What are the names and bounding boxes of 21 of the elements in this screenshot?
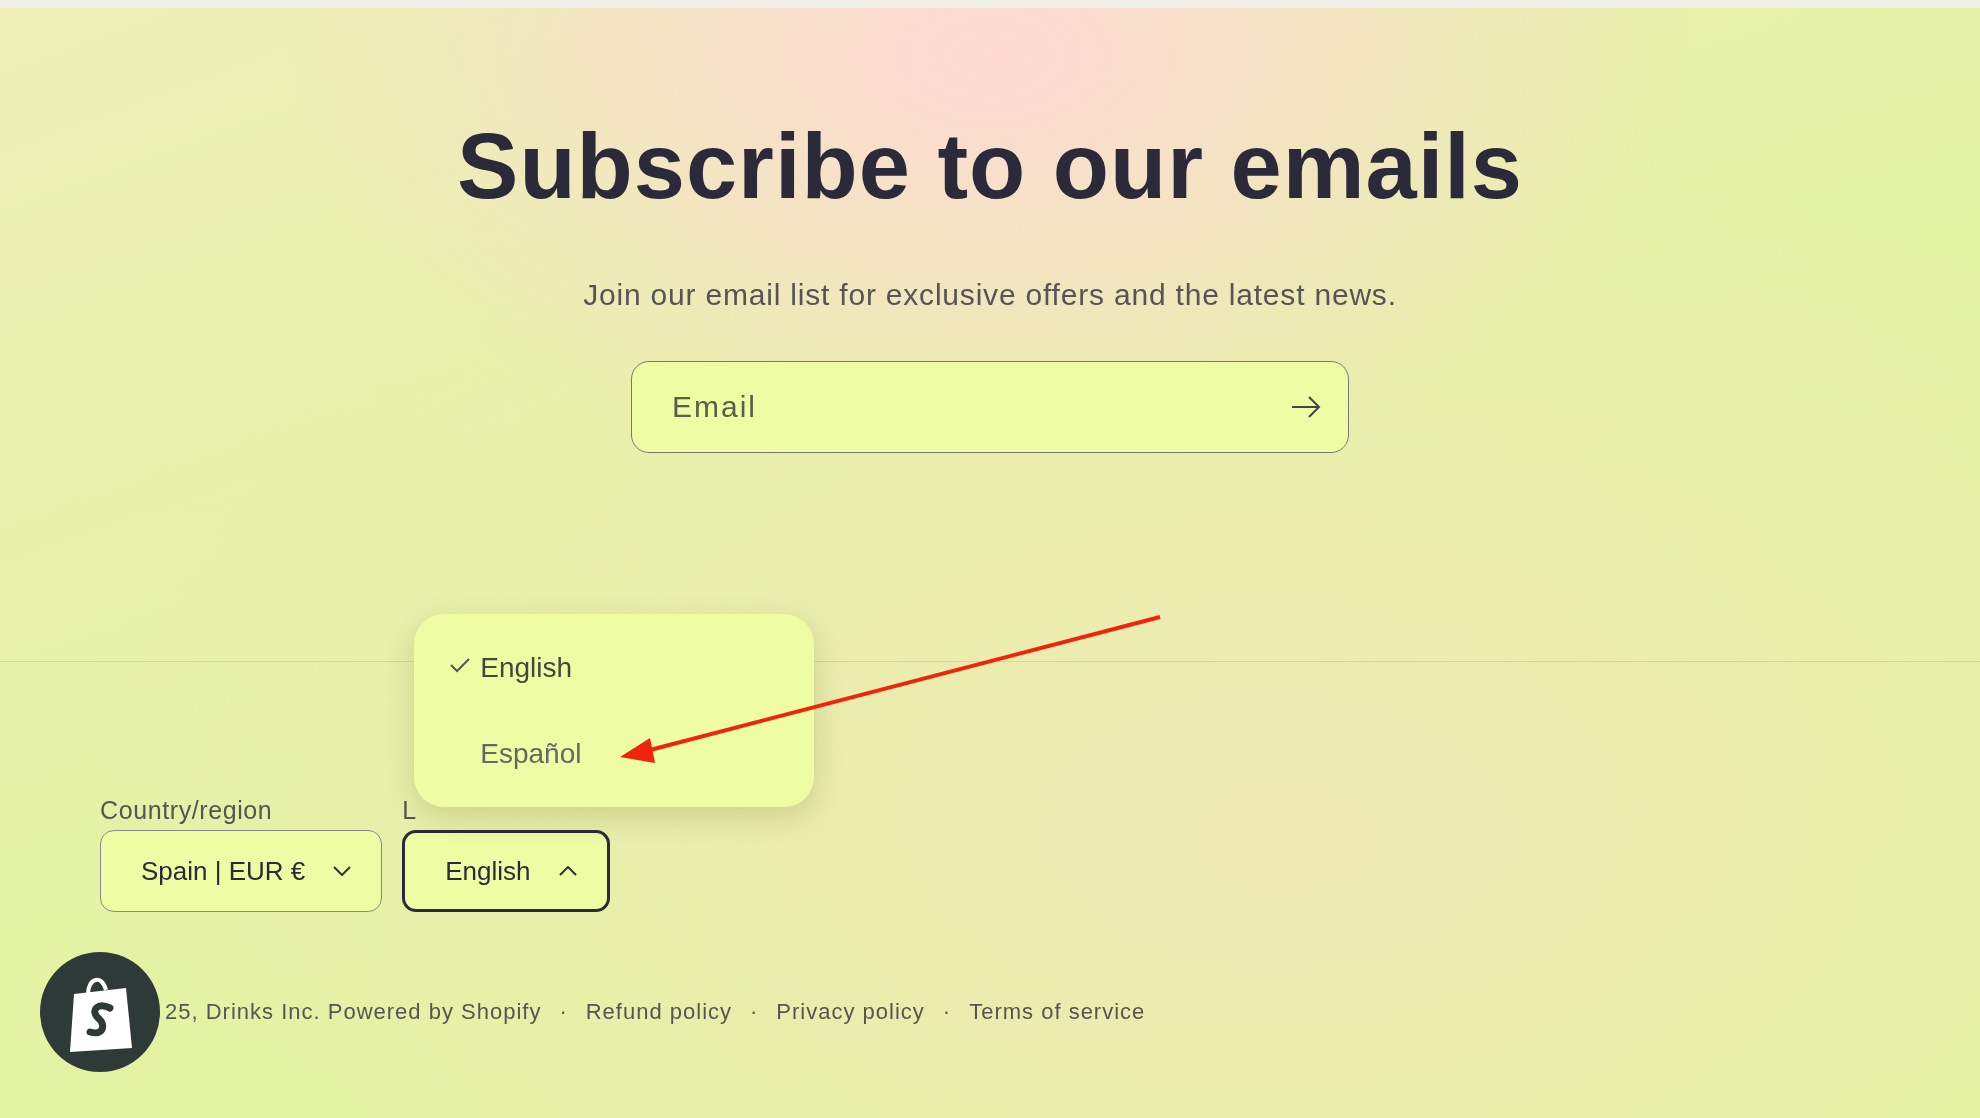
copyright-text: 25, Drinks Inc. Powered by Shopify xyxy=(165,998,542,1027)
footer-link[interactable]: Refund policy xyxy=(585,995,733,1029)
field-label: Country/region xyxy=(100,795,274,827)
footer-link[interactable]: Terms of service xyxy=(969,995,1146,1029)
select-dropdown[interactable]: Spain | EUR € xyxy=(100,830,383,913)
email-field[interactable]: Email xyxy=(631,361,1349,454)
page-heading: Subscribe to our emails xyxy=(456,114,1524,219)
separator-dot: · xyxy=(942,998,952,1027)
separator-dot: · xyxy=(750,998,759,1027)
field-label: L xyxy=(402,795,418,827)
shopping-bag-icon[interactable] xyxy=(40,952,160,1072)
menu-option[interactable]: Español xyxy=(440,710,789,797)
chevron-icon xyxy=(333,866,352,877)
separator-dot: · xyxy=(559,998,568,1027)
select-dropdown[interactable]: English xyxy=(402,830,610,913)
arrow-right-icon[interactable] xyxy=(1291,396,1321,419)
check-icon xyxy=(450,657,471,674)
menu-option[interactable]: English xyxy=(440,625,789,711)
subtitle-text: Join our email list for exclusive offers and the latest news. xyxy=(582,277,1398,314)
footer-link[interactable]: Privacy policy xyxy=(776,995,925,1029)
chevron-icon xyxy=(558,866,577,877)
